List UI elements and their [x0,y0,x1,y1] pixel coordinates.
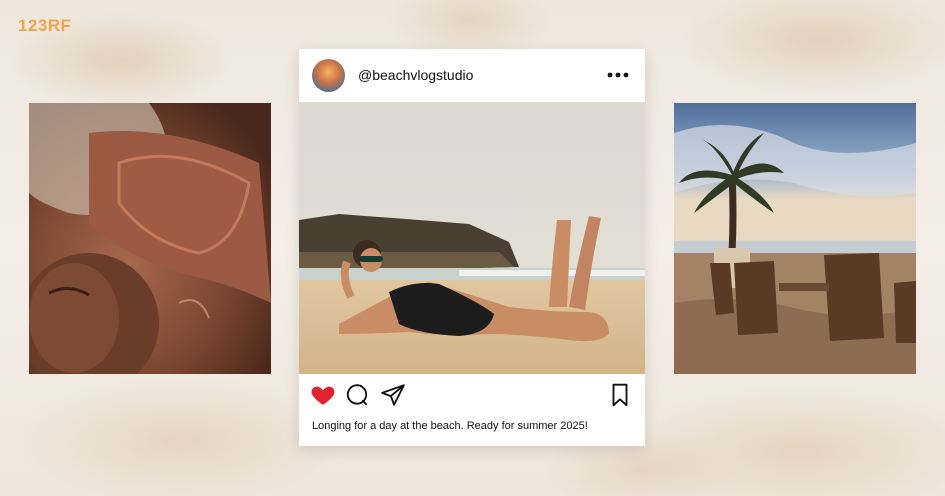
watermark-logo: 123RF [18,16,72,35]
post-photo-illustration [299,102,645,374]
profile-avatar[interactable] [312,59,345,92]
post-header: @beachvlogstudio [299,49,645,102]
send-icon[interactable] [380,382,406,408]
social-post-card: @beachvlogstudio Longing for a day at th… [299,49,645,446]
post-caption: Longing for a day at the beach. Ready fo… [312,420,588,432]
more-options-icon[interactable] [606,67,630,83]
comment-icon[interactable] [344,382,370,408]
post-actions [299,382,645,412]
bookmark-icon[interactable] [607,382,633,408]
right-photo [674,103,916,374]
left-photo-illustration [29,103,271,374]
right-photo-illustration [674,103,916,374]
left-photo [29,103,271,374]
post-username[interactable]: @beachvlogstudio [358,67,473,83]
heart-icon[interactable] [310,382,336,408]
post-photo[interactable] [299,102,645,374]
